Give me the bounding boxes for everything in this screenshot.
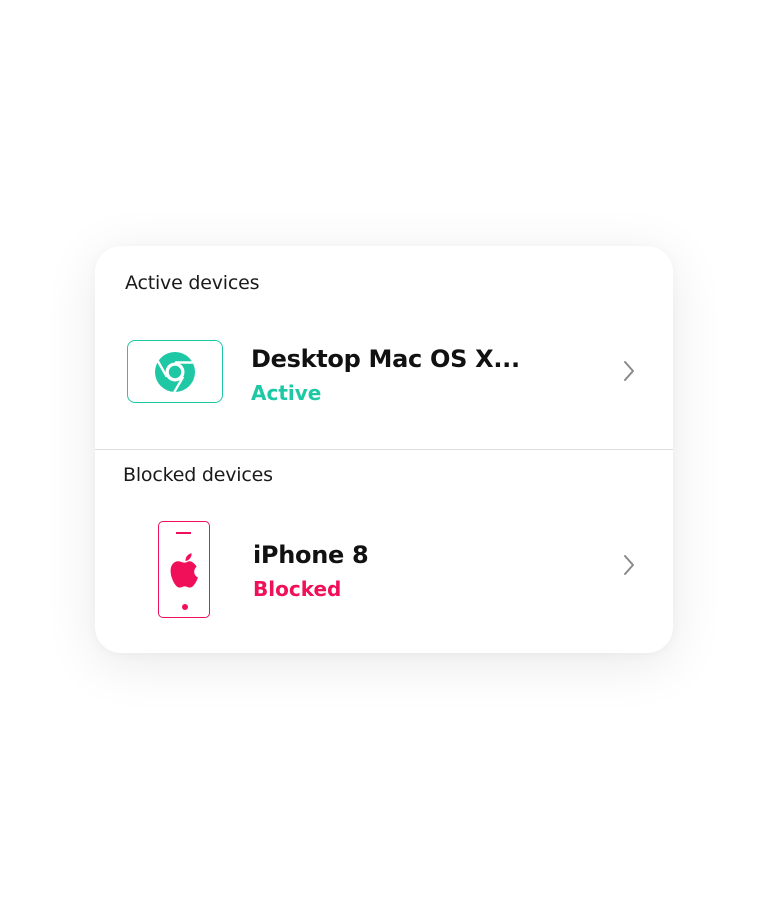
page-background: Active devices Desktop Mac OS X... Activ… — [0, 0, 768, 900]
chrome-icon — [155, 351, 195, 393]
section-divider — [95, 449, 673, 450]
device-name: iPhone 8 — [253, 541, 369, 569]
apple-icon — [170, 553, 198, 588]
browser-tile — [127, 340, 223, 403]
phone-tile — [158, 521, 210, 618]
chevron-right-icon[interactable] — [622, 360, 636, 382]
device-status-blocked: Blocked — [253, 577, 342, 601]
device-status-active: Active — [251, 381, 322, 405]
device-name: Desktop Mac OS X... — [251, 345, 520, 373]
device-row-iphone-8[interactable]: iPhone 8 Blocked — [95, 516, 673, 622]
blocked-devices-heading: Blocked devices — [123, 464, 273, 486]
device-row-desktop-mac[interactable]: Desktop Mac OS X... Active — [95, 336, 673, 410]
chevron-right-icon[interactable] — [622, 554, 636, 576]
devices-card: Active devices Desktop Mac OS X... Activ… — [95, 246, 673, 653]
phone-speaker — [176, 532, 191, 534]
active-devices-heading: Active devices — [125, 272, 260, 294]
phone-home-button — [182, 604, 188, 610]
